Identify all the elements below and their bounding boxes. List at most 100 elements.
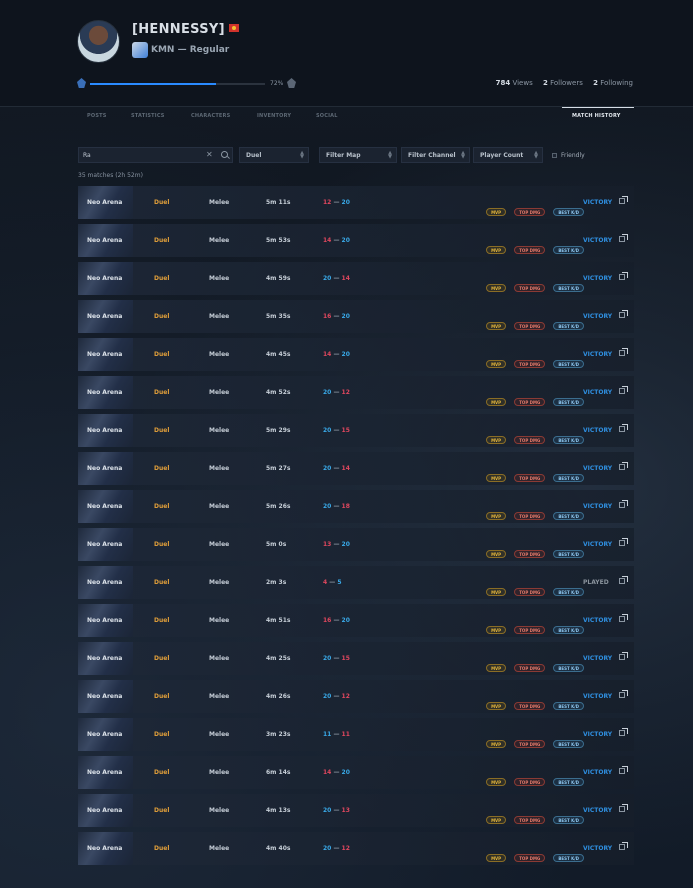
tab-social[interactable]: SOCIAL xyxy=(316,113,338,119)
top-dmg-badge: TOP DMG xyxy=(514,208,546,216)
tab-inventory[interactable]: INVENTORY xyxy=(257,113,291,119)
match-type: Melee xyxy=(209,427,230,434)
match-type: Melee xyxy=(209,655,230,662)
match-row[interactable]: Neo Arena Duel Melee 5m 27s 20 — 14 MVP … xyxy=(78,452,634,485)
map-select[interactable]: Filter Map ▲ ▼ xyxy=(319,147,397,163)
match-map: Neo Arena xyxy=(87,807,123,814)
username-text: [HENNESSY] xyxy=(132,22,225,37)
external-link-icon[interactable] xyxy=(619,386,628,394)
match-row[interactable]: Neo Arena Duel Melee 4m 51s 16 — 20 MVP … xyxy=(78,604,634,637)
external-link-icon[interactable] xyxy=(619,500,628,508)
followers-link[interactable]: 2 Followers xyxy=(543,79,583,87)
top-dmg-badge: TOP DMG xyxy=(514,740,546,748)
active-tab-indicator xyxy=(562,107,634,108)
following-link[interactable]: 2 Following xyxy=(593,79,633,87)
friendly-checkbox[interactable] xyxy=(552,153,557,158)
match-score: 20 — 12 xyxy=(323,845,350,852)
search-icon[interactable] xyxy=(221,151,228,158)
match-row[interactable]: Neo Arena Duel Melee 4m 40s 20 — 12 MVP … xyxy=(78,832,634,865)
match-row[interactable]: Neo Arena Duel Melee 5m 26s 20 — 18 MVP … xyxy=(78,490,634,523)
external-link-icon[interactable] xyxy=(619,310,628,318)
external-link-icon[interactable] xyxy=(619,728,628,736)
match-map: Neo Arena xyxy=(87,389,123,396)
match-badges: MVP TOP DMG BEST K/D xyxy=(483,313,584,330)
score-own: 13 xyxy=(323,541,332,548)
best-kd-badge: BEST K/D xyxy=(553,284,584,292)
external-link-icon[interactable] xyxy=(619,234,628,242)
match-map: Neo Arena xyxy=(87,655,123,662)
score-opponent: 12 xyxy=(341,389,350,396)
best-kd-badge: BEST K/D xyxy=(553,246,584,254)
mvp-badge: MVP xyxy=(486,740,507,748)
match-row[interactable]: Neo Arena Duel Melee 4m 25s 20 — 15 MVP … xyxy=(78,642,634,675)
match-row[interactable]: Neo Arena Duel Melee 5m 29s 20 — 15 MVP … xyxy=(78,414,634,447)
match-result: VICTORY xyxy=(583,389,613,396)
match-row[interactable]: Neo Arena Duel Melee 4m 52s 20 — 12 MVP … xyxy=(78,376,634,409)
score-own: 4 xyxy=(323,579,328,586)
external-link-icon[interactable] xyxy=(619,196,628,204)
match-row[interactable]: Neo Arena Duel Melee 5m 0s 13 — 20 MVP T… xyxy=(78,528,634,561)
external-link-icon[interactable] xyxy=(619,766,628,774)
match-row[interactable]: Neo Arena Duel Melee 2m 3s 4 — 5 MVP TOP… xyxy=(78,566,634,599)
match-score: 20 — 14 xyxy=(323,275,350,282)
score-opponent: 20 xyxy=(341,351,350,358)
mvp-badge: MVP xyxy=(486,702,507,710)
match-row[interactable]: Neo Arena Duel Melee 5m 53s 14 — 20 MVP … xyxy=(78,224,634,257)
score-own: 20 xyxy=(323,807,332,814)
match-type: Melee xyxy=(209,465,230,472)
external-link-icon[interactable] xyxy=(619,462,628,470)
search-input[interactable]: Ra ✕ xyxy=(78,147,233,163)
profile-tabs: POSTS STATISTICS CHARACTERS INVENTORY SO… xyxy=(0,106,693,128)
match-result: VICTORY xyxy=(583,313,613,320)
external-link-icon[interactable] xyxy=(619,538,628,546)
channel-select[interactable]: Filter Channel ▲ ▼ xyxy=(401,147,470,163)
external-link-icon[interactable] xyxy=(619,576,628,584)
match-mode: Duel xyxy=(154,465,170,472)
followers-count: 2 xyxy=(542,79,548,87)
score-own: 14 xyxy=(323,769,332,776)
match-result: VICTORY xyxy=(583,807,613,814)
match-result: PLAYED xyxy=(583,579,609,586)
clear-icon[interactable]: ✕ xyxy=(206,150,213,159)
external-link-icon[interactable] xyxy=(619,424,628,432)
external-link-icon[interactable] xyxy=(619,690,628,698)
match-row[interactable]: Neo Arena Duel Melee 6m 14s 14 — 20 MVP … xyxy=(78,756,634,789)
match-row[interactable]: Neo Arena Duel Melee 4m 26s 20 — 12 MVP … xyxy=(78,680,634,713)
mvp-badge: MVP xyxy=(486,588,507,596)
mvp-badge: MVP xyxy=(486,626,507,634)
match-row[interactable]: Neo Arena Duel Melee 4m 59s 20 — 14 MVP … xyxy=(78,262,634,295)
score-separator: — xyxy=(333,465,340,472)
match-row[interactable]: Neo Arena Duel Melee 4m 45s 14 — 20 MVP … xyxy=(78,338,634,371)
next-level-badge-icon xyxy=(287,78,296,88)
external-link-icon[interactable] xyxy=(619,652,628,660)
match-map: Neo Arena xyxy=(87,427,123,434)
tab-characters[interactable]: CHARACTERS xyxy=(191,113,230,119)
mode-select[interactable]: Duel ▲ ▼ xyxy=(239,147,309,163)
match-row[interactable]: Neo Arena Duel Melee 5m 35s 16 — 20 MVP … xyxy=(78,300,634,333)
score-separator: — xyxy=(329,579,336,586)
best-kd-badge: BEST K/D xyxy=(553,702,584,710)
tab-posts[interactable]: POSTS xyxy=(87,113,107,119)
external-link-icon[interactable] xyxy=(619,842,628,850)
match-mode: Duel xyxy=(154,199,170,206)
match-type: Melee xyxy=(209,313,230,320)
match-row[interactable]: Neo Arena Duel Melee 3m 23s 11 — 11 MVP … xyxy=(78,718,634,751)
player-count-select[interactable]: Player Count ▲ ▼ xyxy=(473,147,543,163)
external-link-icon[interactable] xyxy=(619,804,628,812)
match-row[interactable]: Neo Arena Duel Melee 5m 11s 12 — 20 MVP … xyxy=(78,186,634,219)
top-dmg-badge: TOP DMG xyxy=(514,588,546,596)
match-row[interactable]: Neo Arena Duel Melee 4m 13s 20 — 13 MVP … xyxy=(78,794,634,827)
match-mode: Duel xyxy=(154,655,170,662)
tab-statistics[interactable]: STATISTICS xyxy=(131,113,165,119)
username: [HENNESSY] xyxy=(132,22,239,37)
score-own: 16 xyxy=(323,313,332,320)
match-mode: Duel xyxy=(154,693,170,700)
external-link-icon[interactable] xyxy=(619,272,628,280)
avatar[interactable] xyxy=(77,20,120,63)
tab-match-history[interactable]: MATCH HISTORY xyxy=(572,113,621,119)
external-link-icon[interactable] xyxy=(619,614,628,622)
external-link-icon[interactable] xyxy=(619,348,628,356)
match-score: 20 — 18 xyxy=(323,503,350,510)
match-mode: Duel xyxy=(154,731,170,738)
match-duration: 5m 29s xyxy=(266,427,291,434)
